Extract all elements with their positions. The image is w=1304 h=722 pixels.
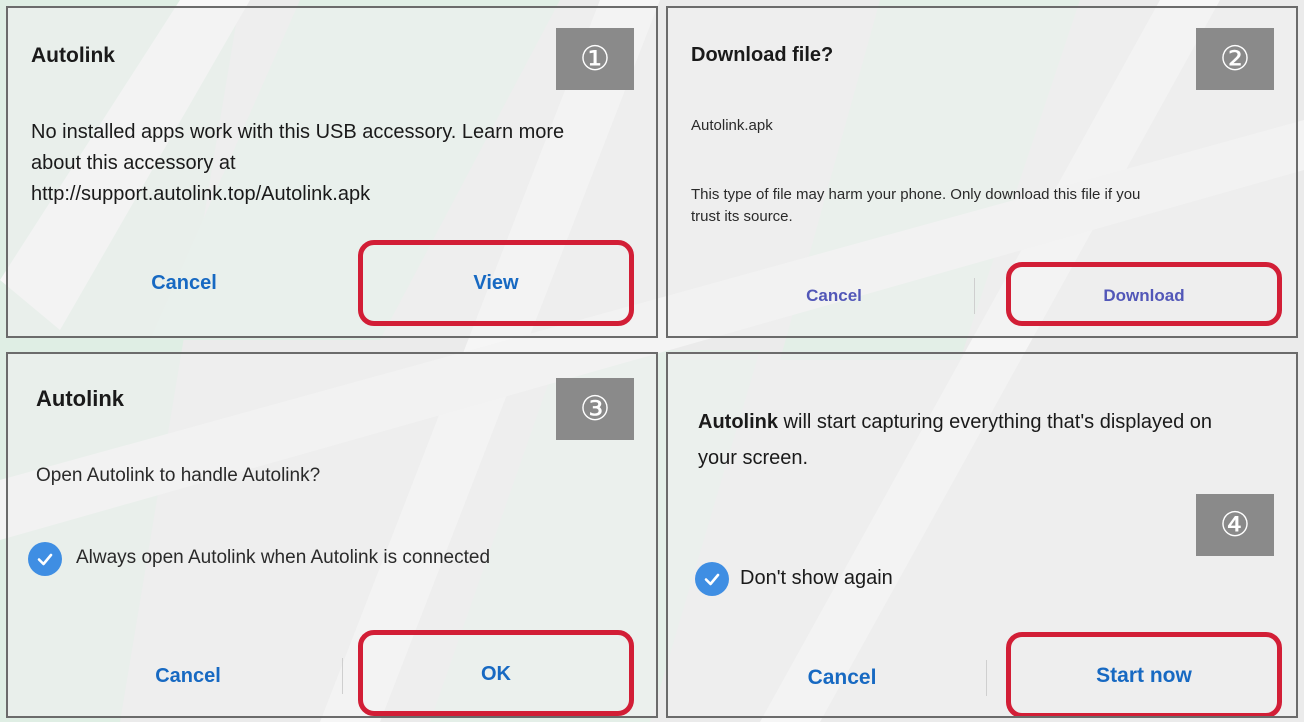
dialog-screen-capture: Autolink will start capturing everything… [666, 352, 1298, 718]
check-icon [704, 573, 720, 586]
button-divider [342, 658, 343, 694]
step-badge: ② [1196, 28, 1274, 90]
message-line: your screen. [698, 447, 809, 469]
dialog-message: Open Autolink to handle Autolink? [36, 465, 321, 486]
cancel-button[interactable]: Cancel [118, 654, 258, 698]
message-line: http://support.autolink.top/Autolink.apk [31, 183, 371, 205]
message-line: Autolink will start capturing everything… [698, 404, 1212, 440]
start-now-button[interactable]: Start now [1016, 654, 1272, 698]
dialog-title: Autolink [36, 386, 124, 411]
dialog-download-file: Download file? Autolink.apk This type of… [666, 6, 1298, 338]
view-button[interactable]: View [368, 258, 624, 308]
cancel-button[interactable]: Cancel [764, 278, 904, 314]
dialog-message: No installed apps work with this USB acc… [31, 117, 564, 210]
dialog-open-with: Autolink Open Autolink to handle Autolin… [6, 352, 658, 718]
always-open-checkbox[interactable] [28, 542, 62, 576]
button-divider [986, 660, 987, 696]
warning-line: trust its source. [691, 208, 793, 225]
ok-button[interactable]: OK [368, 652, 624, 696]
message-line: about this accessory at [31, 152, 236, 174]
step-badge: ③ [556, 378, 634, 440]
app-name: Autolink [698, 411, 778, 433]
warning-line: This type of file may harm your phone. O… [691, 186, 1141, 203]
cancel-button[interactable]: Cancel [772, 656, 912, 700]
dialog-usb-accessory: Autolink No installed apps work with thi… [6, 6, 658, 338]
check-icon [37, 553, 53, 566]
dont-show-again-checkbox[interactable] [695, 562, 729, 596]
file-name: Autolink.apk [691, 117, 773, 134]
step-badge: ④ [1196, 494, 1274, 556]
dialog-message: Autolink will start capturing everything… [698, 404, 1212, 476]
cancel-button[interactable]: Cancel [104, 258, 264, 308]
message-line: No installed apps work with this USB acc… [31, 121, 565, 143]
warning-message: This type of file may harm your phone. O… [691, 184, 1140, 228]
message-text: will start capturing everything that's d… [778, 411, 1213, 433]
dialog-title: Autolink [31, 44, 115, 67]
checkbox-label: Don't show again [740, 567, 893, 589]
step-badge: ① [556, 28, 634, 90]
download-button[interactable]: Download [1016, 278, 1272, 314]
dialog-title: Download file? [691, 44, 834, 66]
button-divider [974, 278, 975, 314]
checkbox-label: Always open Autolink when Autolink is co… [76, 547, 491, 568]
